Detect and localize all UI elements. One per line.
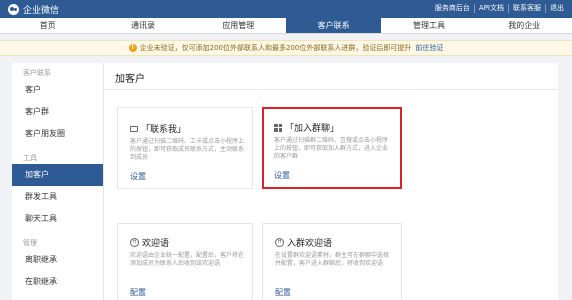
top-bar: 企业微信 服务商后台 API文档 联系客服 退出 [0, 0, 572, 18]
sidebar-item-active-transfer[interactable]: 在职继承 [12, 271, 103, 293]
card-title: 欢迎语 [142, 239, 170, 249]
tab-my-enterprise[interactable]: 我的企业 [477, 18, 572, 33]
welcome-icon: H [130, 238, 139, 247]
sidebar: 客户联系 客户 客户群 客户朋友圈 工具 加客户 群发工具 聊天工具 管理 离职… [12, 63, 104, 300]
tab-app-management[interactable]: 应用管理 [191, 18, 286, 33]
card-title: 「加入群聊」 [285, 124, 340, 134]
sidebar-item-moments[interactable]: 客户朋友圈 [12, 123, 103, 145]
top-links: 服务商后台 API文档 联系客服 退出 [431, 4, 564, 13]
card-title: 入群欢迎语 [287, 239, 333, 249]
top-link-api-docs[interactable]: API文档 [475, 4, 509, 13]
logo[interactable]: 企业微信 [8, 3, 59, 16]
group-welcome-configure-link[interactable]: 配置 [275, 287, 291, 298]
card-description: 欢迎语由企业统一配置，配置后，客户将在添加成员为联系人后收到该欢迎语 [130, 252, 245, 267]
sidebar-item-broadcast-tool[interactable]: 群发工具 [12, 186, 103, 208]
top-link-partner-admin[interactable]: 服务商后台 [431, 4, 475, 13]
card-description: 客户通过扫描二维码、工卡或点击小程序上的按钮，即可获取成员联系方式，主动联系到成… [130, 138, 245, 161]
tab-contacts[interactable]: 通讯录 [95, 18, 190, 33]
card-description: 在设置群欢迎语素材，群主可在群聊中选择并配置，客户进入群聊后，将收到欢迎语 [275, 252, 390, 267]
card-welcome-message[interactable]: H 欢迎语 欢迎语由企业统一配置，配置后，客户将在添加成员为联系人后收到该欢迎语… [117, 223, 253, 300]
verify-link[interactable]: 前往验证 [415, 43, 443, 53]
page-title: 加客户 [115, 74, 145, 85]
top-link-contact-support[interactable]: 联系客服 [509, 4, 546, 13]
sidebar-item-customer-groups[interactable]: 客户群 [12, 101, 103, 123]
chat-icon [130, 125, 138, 132]
card-contact-me[interactable]: 「联系我」 客户通过扫描二维码、工卡或点击小程序上的按钮，即可获取成员联系方式，… [117, 107, 253, 189]
wecom-logo-icon [8, 4, 19, 15]
sidebar-group-customer: 客户联系 [23, 69, 51, 77]
logo-text: 企业微信 [23, 6, 60, 16]
tab-customer-contact[interactable]: 客户联系 [285, 18, 382, 33]
sidebar-item-customers[interactable]: 客户 [12, 79, 103, 101]
top-link-logout[interactable]: 退出 [546, 4, 564, 13]
main-panel: 加客户 「联系我」 客户通过扫描二维码、工卡或点击小程序上的按钮，即可获取成员联… [104, 63, 558, 300]
sidebar-group-tools: 工具 [23, 154, 37, 162]
card-group-welcome-message[interactable]: H 入群欢迎语 在设置群欢迎语素材，群主可在群聊中选择并配置，客户进入群聊后，将… [262, 223, 402, 300]
card-description: 客户通过扫描群二维码、互搜或点击小程序上的按钮，即可获取加入群方式，进入企业的客… [274, 137, 389, 160]
verification-notice: ! 企业未验证，仅可添加200位外部联系人和最多200位外部联系人进群，验证后即… [0, 40, 572, 56]
group-welcome-icon: H [275, 238, 284, 247]
warning-icon: ! [128, 44, 137, 52]
title-divider [104, 89, 558, 90]
card-join-group-chat[interactable]: 「加入群聊」 客户通过扫描群二维码、互搜或点击小程序上的按钮，即可获取加入群方式… [262, 107, 402, 189]
card-title: 「联系我」 [141, 125, 187, 135]
sidebar-item-resigned-transfer[interactable]: 离职继承 [12, 249, 103, 271]
sidebar-item-chat-tool[interactable]: 聊天工具 [12, 208, 103, 230]
join-group-settings-link[interactable]: 设置 [274, 170, 290, 181]
sidebar-group-manage: 管理 [23, 239, 37, 247]
notice-text: 企业未验证，仅可添加200位外部联系人和最多200位外部联系人进群，验证后即可提… [139, 44, 412, 52]
main-nav: 首页 通讯录 应用管理 客户联系 管理工具 我的企业 [0, 18, 572, 34]
group-qr-icon [274, 123, 282, 132]
contact-me-settings-link[interactable]: 设置 [130, 171, 146, 182]
tab-management-tools[interactable]: 管理工具 [381, 18, 476, 33]
welcome-configure-link[interactable]: 配置 [130, 287, 146, 298]
sidebar-item-add-customer[interactable]: 加客户 [12, 164, 103, 186]
tab-home[interactable]: 首页 [0, 18, 95, 33]
